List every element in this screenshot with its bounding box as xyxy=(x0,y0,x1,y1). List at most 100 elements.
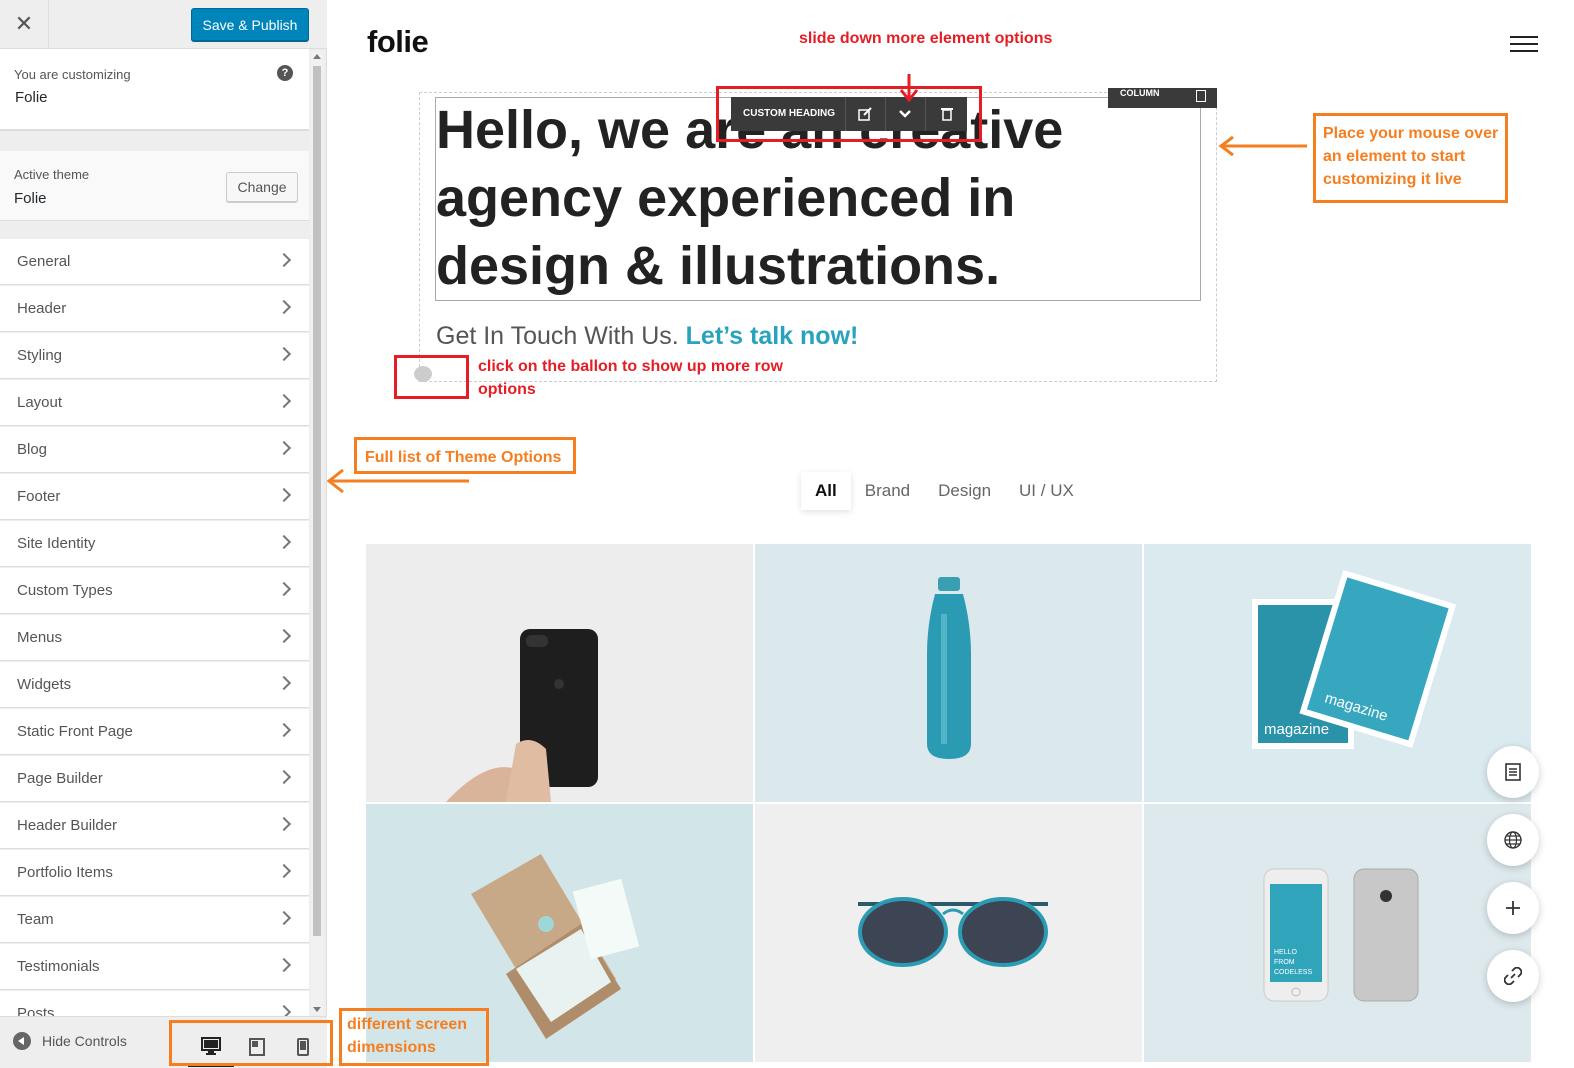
sidebar-item-menus[interactable]: Menus xyxy=(0,614,309,661)
column-toolbar[interactable]: COLUMN xyxy=(1108,88,1217,108)
sidebar-item-label: Site Identity xyxy=(17,535,96,552)
sidebar-item-label: Layout xyxy=(17,394,63,411)
sidebar-item-header-builder[interactable]: Header Builder xyxy=(0,802,309,849)
sidebar-item-site-identity[interactable]: Site Identity xyxy=(0,520,309,567)
change-theme-button[interactable]: Change xyxy=(226,172,298,202)
sidebar-item-styling[interactable]: Styling xyxy=(0,332,309,379)
sidebar-item-footer[interactable]: Footer xyxy=(0,473,309,520)
portfolio-item[interactable] xyxy=(366,544,753,802)
arrow-left-icon xyxy=(326,468,469,494)
chevron-right-icon xyxy=(276,393,292,409)
page-settings-button[interactable] xyxy=(1487,746,1539,798)
add-element-button[interactable] xyxy=(1487,882,1539,934)
close-icon[interactable]: ✕ xyxy=(0,0,49,48)
chevron-right-icon xyxy=(276,816,292,832)
sidebar-item-label: Page Builder xyxy=(17,770,103,787)
sidebar-panel: You are customizing Folie ? Active theme… xyxy=(0,49,327,1016)
hamburger-menu-icon[interactable] xyxy=(1510,36,1538,52)
help-icon[interactable]: ? xyxy=(277,65,293,81)
phones-image: HELLO FROM CODELESS xyxy=(1144,804,1531,1062)
svg-text:CODELESS: CODELESS xyxy=(1274,969,1312,976)
sidebar-item-label: Posts xyxy=(17,1005,55,1016)
scroll-down-arrow-icon[interactable] xyxy=(313,1007,321,1012)
sidebar-item-label: Header Builder xyxy=(17,817,118,834)
sidebar-header: ✕ Save & Publish xyxy=(0,0,327,49)
active-theme-name: Folie xyxy=(14,190,47,207)
sidebar-item-widgets[interactable]: Widgets xyxy=(0,661,309,708)
sidebar-item-label: Header xyxy=(17,300,67,317)
customizing-info: You are customizing Folie ? xyxy=(0,49,309,131)
sidebar-item-label: Styling xyxy=(17,347,63,364)
chevron-right-icon xyxy=(276,581,292,597)
copy-column-icon[interactable] xyxy=(1196,90,1206,102)
portfolio-item[interactable]: magazine magazine xyxy=(1144,544,1531,802)
chevron-right-icon xyxy=(276,440,292,456)
filter-all[interactable]: All xyxy=(801,472,851,510)
svg-text:FROM: FROM xyxy=(1274,959,1295,966)
chevron-right-icon xyxy=(276,534,292,550)
chevron-right-icon xyxy=(276,252,292,268)
device-buttons-highlight xyxy=(169,1020,333,1066)
portfolio-item[interactable] xyxy=(755,544,1142,802)
scrollbar-thumb[interactable] xyxy=(313,66,321,936)
active-theme-label: Active theme xyxy=(14,167,90,182)
balloon-highlight xyxy=(394,355,469,399)
collapse-sidebar-icon[interactable] xyxy=(13,1032,31,1050)
sidebar-item-label: General xyxy=(17,253,71,270)
sidebar-item-general[interactable]: General xyxy=(0,238,309,285)
sidebar-item-layout[interactable]: Layout xyxy=(0,379,309,426)
chevron-right-icon xyxy=(276,769,292,785)
sidebar-scrollbar[interactable] xyxy=(311,52,323,1015)
site-logo[interactable]: folie xyxy=(367,24,429,60)
bottle-image xyxy=(755,544,1142,802)
chevron-right-icon xyxy=(276,299,292,315)
svg-text:HELLO: HELLO xyxy=(1274,949,1298,956)
sunglasses-image xyxy=(755,804,1142,1062)
sidebar-item-page-builder[interactable]: Page Builder xyxy=(0,755,309,802)
global-settings-button[interactable] xyxy=(1487,814,1539,866)
link-button[interactable] xyxy=(1487,950,1539,1002)
customizer-sidebar: ✕ Save & Publish You are customizing Fol… xyxy=(0,0,327,1068)
portfolio-filters: All Brand Design UI / UX xyxy=(801,472,1088,510)
sidebar-item-testimonials[interactable]: Testimonials xyxy=(0,943,309,990)
customizing-site-name: Folie xyxy=(15,89,48,106)
svg-text:magazine: magazine xyxy=(1264,721,1329,738)
sidebar-item-label: Portfolio Items xyxy=(17,864,113,881)
portfolio-item[interactable] xyxy=(755,804,1142,1062)
sidebar-item-custom-types[interactable]: Custom Types xyxy=(0,567,309,614)
chevron-right-icon xyxy=(276,722,292,738)
active-theme-section: Active theme Folie Change xyxy=(0,151,309,221)
sidebar-item-portfolio-items[interactable]: Portfolio Items xyxy=(0,849,309,896)
filter-ui-ux[interactable]: UI / UX xyxy=(1005,472,1088,510)
sidebar-item-label: Footer xyxy=(17,488,61,505)
chevron-right-icon xyxy=(276,628,292,644)
sidebar-item-header[interactable]: Header xyxy=(0,285,309,332)
sidebar-item-blog[interactable]: Blog xyxy=(0,426,309,473)
lets-talk-link[interactable]: Let’s talk now! xyxy=(686,322,859,350)
save-publish-button[interactable]: Save & Publish xyxy=(191,8,309,41)
filter-brand[interactable]: Brand xyxy=(851,472,924,510)
plus-icon xyxy=(1506,901,1520,915)
page-icon xyxy=(1505,763,1521,781)
sidebar-item-static-front-page[interactable]: Static Front Page xyxy=(0,708,309,755)
filter-design[interactable]: Design xyxy=(924,472,1005,510)
sidebar-item-posts[interactable]: Posts xyxy=(0,990,309,1016)
theme-options-list: General Header Styling Layout Blog Foote… xyxy=(0,238,309,1016)
contact-line: Get In Touch With Us. Let’s talk now! xyxy=(436,322,858,351)
chevron-right-icon xyxy=(276,346,292,362)
sidebar-item-label: Static Front Page xyxy=(17,723,133,740)
chevron-right-icon xyxy=(276,675,292,691)
element-toolbar-highlight xyxy=(716,86,982,142)
chevron-right-icon xyxy=(276,910,292,926)
sidebar-item-label: Testimonials xyxy=(17,958,100,975)
column-label: COLUMN xyxy=(1120,88,1160,98)
chevron-right-icon xyxy=(276,957,292,973)
sidebar-item-label: Team xyxy=(17,911,54,928)
sidebar-item-team[interactable]: Team xyxy=(0,896,309,943)
hide-controls-button[interactable]: Hide Controls xyxy=(42,1033,127,1049)
chevron-right-icon xyxy=(276,1004,292,1016)
scroll-up-arrow-icon[interactable] xyxy=(313,54,321,59)
sidebar-item-label: Menus xyxy=(17,629,63,646)
portfolio-item[interactable]: HELLO FROM CODELESS xyxy=(1144,804,1531,1062)
annotation-place-mouse: Place your mouse over an element to star… xyxy=(1323,125,1499,188)
